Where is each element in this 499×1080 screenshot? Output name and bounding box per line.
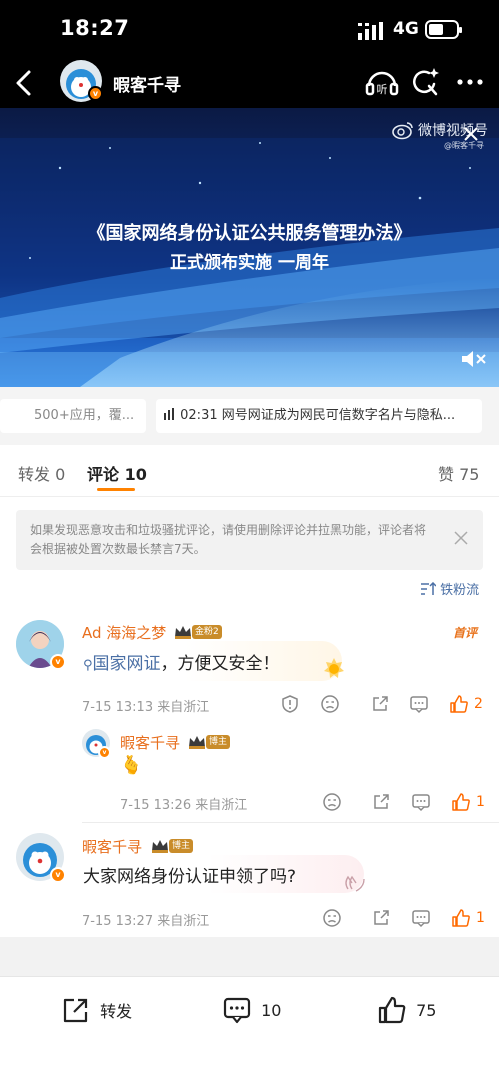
reply-author[interactable]: 暇客千寻 bbox=[120, 732, 180, 753]
related-chip-1[interactable]: 500+应用，覆... bbox=[0, 399, 146, 433]
reply-meta: 7-15 13:26 来自浙江 bbox=[120, 798, 248, 813]
repost-icon bbox=[63, 998, 88, 1023]
tab-repost[interactable]: 转发 0 bbox=[18, 461, 65, 485]
related-chip-2-time: 02:31 bbox=[180, 408, 218, 423]
comment-meta: 7-15 13:13 来自浙江 bbox=[82, 700, 210, 715]
more-button[interactable] bbox=[452, 64, 488, 100]
video-player[interactable]: 微博视频号 @暇客千寻 《国家网络身份认证公共服务管理办法》 正式颁布实施 一周… bbox=[0, 108, 499, 387]
related-chip-2[interactable]: 02:31 网号网证成为网民可信数字名片与隐私... bbox=[156, 399, 482, 433]
comment-button[interactable]: 10 bbox=[222, 995, 281, 1025]
like-count: 1 bbox=[476, 794, 485, 810]
video-title-line1: 《国家网络身份认证公共服务管理办法》 bbox=[87, 223, 412, 244]
comment-count: 10 bbox=[261, 1000, 282, 1020]
tab-likes[interactable]: 赞 75 bbox=[438, 461, 479, 485]
comment-notice: 如果发现恶意攻击和垃圾骚扰评论，请使用删除评论并拉黑功能，评论者将会根据被处置次… bbox=[16, 510, 483, 570]
search-link-label: 国家网证 bbox=[92, 654, 161, 674]
dislike-face-icon[interactable] bbox=[322, 908, 342, 928]
share-icon[interactable] bbox=[370, 694, 390, 714]
verified-badge: v bbox=[50, 867, 66, 883]
top-nav: v 暇客千寻 听 bbox=[0, 58, 499, 108]
signal-icon bbox=[358, 22, 383, 40]
reply-emoji: 🫰 bbox=[120, 755, 143, 776]
search-link[interactable]: ⚲国家网证 bbox=[83, 654, 161, 674]
related-chips: 500+应用，覆... 02:31 网号网证成为网民可信数字名片与隐私... bbox=[0, 387, 499, 445]
bottom-action-bar: 转发 10 75 bbox=[0, 976, 499, 1080]
comment-text: 大家网络身份认证申领了吗? bbox=[83, 867, 297, 887]
listen-icon: 听 bbox=[365, 71, 399, 96]
share-spark-icon bbox=[413, 68, 439, 96]
author-name[interactable]: 暇客千寻 bbox=[113, 71, 181, 96]
tab-likes-count: 75 bbox=[459, 465, 480, 484]
tab-likes-label: 赞 bbox=[438, 465, 455, 484]
tab-active-indicator bbox=[97, 488, 135, 491]
share-icon[interactable] bbox=[371, 908, 391, 928]
reply-icon[interactable] bbox=[411, 908, 431, 928]
sort-toggle[interactable]: 铁粉流 bbox=[420, 579, 479, 598]
share-spark-button[interactable] bbox=[407, 64, 443, 100]
tab-comments[interactable]: 评论 10 bbox=[87, 461, 147, 485]
like-icon[interactable] bbox=[451, 792, 471, 812]
listen-button[interactable]: 听 bbox=[364, 64, 400, 100]
comment-text: ⚲国家网证，方便又安全！ bbox=[83, 649, 280, 674]
comment-text-rest: ，方便又安全！ bbox=[160, 654, 280, 674]
tab-repost-count: 0 bbox=[55, 465, 66, 484]
tab-repost-label: 转发 bbox=[18, 465, 51, 484]
first-comment-tag: 首评 bbox=[453, 626, 478, 640]
repost-button[interactable]: 转发 bbox=[61, 995, 132, 1025]
like-icon[interactable] bbox=[449, 694, 469, 714]
sort-icon bbox=[421, 581, 437, 595]
comment-notice-text: 如果发现恶意攻击和垃圾骚扰评论，请使用删除评论并拉黑功能，评论者将会根据被处置次… bbox=[30, 523, 427, 556]
crown-icon bbox=[152, 840, 168, 853]
like-count: 75 bbox=[416, 1000, 437, 1020]
battery-icon bbox=[425, 20, 462, 39]
weibo-logo-icon bbox=[392, 122, 413, 140]
blogger-badge: 博主 bbox=[169, 839, 194, 853]
more-icon bbox=[457, 79, 483, 85]
status-bar: 18:27 4G bbox=[0, 0, 499, 58]
svg-text:听: 听 bbox=[377, 83, 388, 96]
related-chip-1-label: 500+应用，覆... bbox=[34, 408, 135, 423]
like-count: 2 bbox=[474, 696, 483, 712]
comment-list: 如果发现恶意攻击和垃圾骚扰评论，请使用删除评论并拉黑功能，评论者将会根据被处置次… bbox=[0, 497, 499, 937]
comment-meta: 7-15 13:27 来自浙江 bbox=[82, 914, 210, 929]
sort-label: 铁粉流 bbox=[440, 583, 480, 598]
related-chip-2-label: 网号网证成为网民可信数字名片与隐私... bbox=[221, 408, 456, 423]
comment-icon bbox=[223, 997, 251, 1024]
network-label: 4G bbox=[393, 19, 419, 39]
fan-badge: 金粉2 bbox=[192, 625, 222, 639]
close-icon[interactable] bbox=[461, 124, 481, 144]
dislike-face-icon[interactable] bbox=[322, 792, 342, 812]
comment-author[interactable]: 暇客千寻 bbox=[82, 836, 142, 857]
mute-icon[interactable] bbox=[460, 348, 488, 370]
audio-bars-icon bbox=[164, 408, 174, 420]
comment-author[interactable]: Ad 海海之梦 bbox=[82, 622, 166, 643]
report-icon[interactable] bbox=[280, 694, 300, 714]
tab-comments-count: 10 bbox=[124, 465, 147, 484]
back-icon[interactable] bbox=[10, 66, 40, 100]
divider bbox=[82, 822, 499, 823]
like-count: 1 bbox=[476, 910, 485, 926]
video-title-line2: 正式颁布实施 一周年 bbox=[170, 253, 329, 273]
like-button[interactable]: 75 bbox=[377, 995, 436, 1025]
verified-badge: v bbox=[50, 654, 66, 670]
blogger-badge: 博主 bbox=[206, 735, 231, 749]
dislike-face-icon[interactable] bbox=[320, 694, 340, 714]
tab-comments-label: 评论 bbox=[87, 465, 120, 484]
like-icon bbox=[378, 996, 406, 1024]
status-time: 18:27 bbox=[60, 16, 130, 40]
gold-medal-icon bbox=[324, 658, 344, 678]
reply-icon[interactable] bbox=[409, 694, 429, 714]
close-icon[interactable] bbox=[453, 530, 469, 546]
like-icon[interactable] bbox=[451, 908, 471, 928]
clap-icon bbox=[345, 875, 365, 892]
interaction-tabs: 转发 0 评论 10 赞 75 bbox=[0, 445, 499, 497]
verified-badge: v bbox=[98, 746, 111, 759]
repost-label: 转发 bbox=[100, 1002, 133, 1021]
verified-badge: v bbox=[88, 86, 103, 101]
reply-icon[interactable] bbox=[411, 792, 431, 812]
crown-icon bbox=[175, 626, 191, 639]
share-icon[interactable] bbox=[371, 792, 391, 812]
crown-icon bbox=[189, 736, 205, 749]
